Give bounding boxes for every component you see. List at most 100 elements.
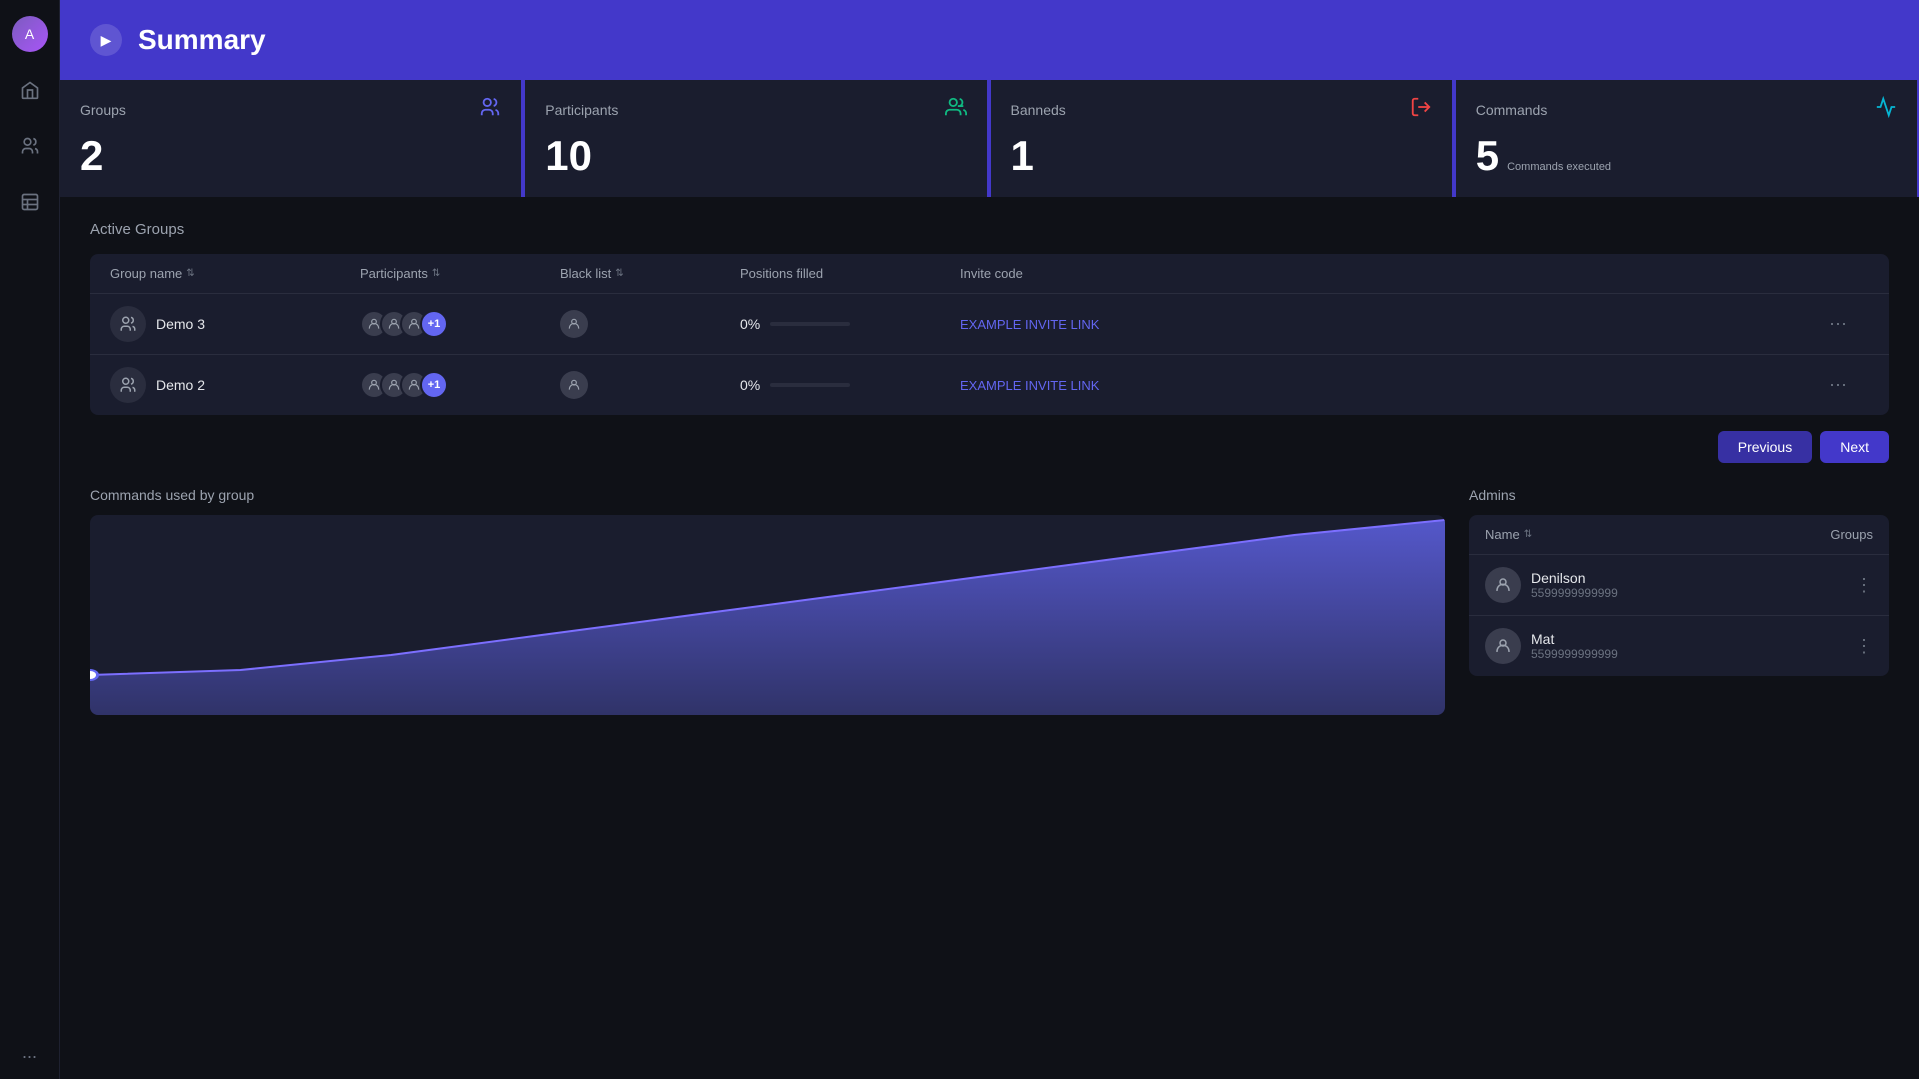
cell-participants-1: +1 (360, 310, 560, 338)
table-row: Demo 2 +1 (90, 355, 1889, 415)
stat-label-banneds: Banneds (1011, 102, 1066, 118)
group-name-1: Demo 3 (156, 316, 205, 332)
sidebar-more[interactable]: ... (22, 1042, 37, 1063)
row-menu-1[interactable]: ⋯ (1829, 314, 1847, 335)
commands-chart-section: Commands used by group (90, 487, 1445, 715)
cell-group-name-1: Demo 3 (110, 306, 360, 342)
table-header: Group name ⇅ Participants ⇅ Black list ⇅… (90, 254, 1889, 294)
admin-phone-2: 5599999999999 (1531, 647, 1618, 661)
admin-menu-2[interactable]: ⋮ (1855, 636, 1873, 657)
cell-positions-1: 0% (740, 316, 960, 332)
sidebar: A ... (0, 0, 60, 1079)
stat-card-groups: Groups 2 (60, 80, 521, 197)
group-name-2: Demo 2 (156, 377, 205, 393)
group-icon-2 (110, 367, 146, 403)
sort-icon-blacklist: ⇅ (615, 268, 623, 279)
admins-section: Admins Name ⇅ Groups (1469, 487, 1889, 715)
av-count-2: +1 (420, 371, 448, 399)
col-participants[interactable]: Participants ⇅ (360, 266, 560, 281)
progress-bar-1 (770, 322, 850, 326)
content-area: Active Groups Group name ⇅ Participants … (60, 197, 1919, 1079)
sidebar-item-groups[interactable] (12, 128, 48, 164)
sort-icon-participants: ⇅ (432, 268, 440, 279)
sidebar-item-home[interactable] (12, 72, 48, 108)
blacklist-av-1 (560, 310, 588, 338)
groups-table: Group name ⇅ Participants ⇅ Black list ⇅… (90, 254, 1889, 415)
cell-invite-2[interactable]: EXAMPLE INVITE LINK (960, 378, 1829, 393)
col-invite: Invite code (960, 266, 1829, 281)
admin-name-1: Denilson (1531, 570, 1618, 586)
col-group-name[interactable]: Group name ⇅ (110, 266, 360, 281)
admin-details-1: Denilson 5599999999999 (1531, 570, 1618, 600)
admins-title: Admins (1469, 487, 1889, 503)
admin-avatar-1 (1485, 567, 1521, 603)
cell-invite-1[interactable]: EXAMPLE INVITE LINK (960, 317, 1829, 332)
admin-name-2: Mat (1531, 631, 1618, 647)
positions-pct-2: 0% (740, 377, 760, 393)
admin-phone-1: 5599999999999 (1531, 586, 1618, 600)
cell-group-name-2: Demo 2 (110, 367, 360, 403)
sort-icon-group-name: ⇅ (186, 268, 194, 279)
cell-actions-1[interactable]: ⋯ (1829, 314, 1869, 335)
blacklist-av-2 (560, 371, 588, 399)
admins-col-groups: Groups (1830, 527, 1873, 542)
avatar-stack-2: +1 (360, 371, 448, 399)
admins-table: Name ⇅ Groups (1469, 515, 1889, 676)
col-positions: Positions filled (740, 266, 960, 281)
previous-button[interactable]: Previous (1718, 431, 1812, 463)
row-menu-2[interactable]: ⋯ (1829, 375, 1847, 396)
active-groups-title: Active Groups (90, 221, 1889, 238)
commands-icon (1875, 96, 1897, 123)
stats-row: Groups 2 Participants (60, 80, 1919, 197)
progress-bar-2 (770, 383, 850, 387)
stat-card-banneds: Banneds 1 (991, 80, 1452, 197)
stat-value-banneds: 1 (1011, 135, 1432, 177)
stat-value-participants: 10 (545, 135, 966, 177)
col-blacklist[interactable]: Black list ⇅ (560, 266, 740, 281)
main-content: ▶ Summary Groups 2 Participants (60, 0, 1919, 1079)
av-count-1: +1 (420, 310, 448, 338)
participants-icon (945, 96, 967, 123)
group-icon-1 (110, 306, 146, 342)
groups-icon (479, 96, 501, 123)
cell-actions-2[interactable]: ⋯ (1829, 375, 1869, 396)
cell-positions-2: 0% (740, 377, 960, 393)
header-toggle-button[interactable]: ▶ (90, 24, 122, 56)
commands-chart-title: Commands used by group (90, 487, 1445, 503)
admins-col-name[interactable]: Name ⇅ (1485, 527, 1532, 542)
stat-card-participants: Participants 10 (525, 80, 986, 197)
sidebar-item-list[interactable] (12, 184, 48, 220)
admin-menu-1[interactable]: ⋮ (1855, 575, 1873, 596)
invite-link-1[interactable]: EXAMPLE INVITE LINK (960, 317, 1099, 332)
admin-info-1: Denilson 5599999999999 (1485, 567, 1618, 603)
pagination: Previous Next (90, 431, 1889, 463)
stat-label-commands: Commands (1476, 102, 1548, 118)
chart-container (90, 515, 1445, 715)
banneds-icon (1410, 96, 1432, 123)
header: ▶ Summary (60, 0, 1919, 80)
page-title: Summary (138, 24, 266, 56)
avatar[interactable]: A (12, 16, 48, 52)
chart-svg (90, 515, 1445, 715)
cell-participants-2: +1 (360, 371, 560, 399)
bottom-grid: Commands used by group (90, 487, 1889, 715)
admin-avatar-2 (1485, 628, 1521, 664)
table-row: Demo 3 +1 (90, 294, 1889, 355)
cell-blacklist-2 (560, 371, 740, 399)
col-actions (1829, 266, 1869, 281)
positions-pct-1: 0% (740, 316, 760, 332)
stat-card-commands: Commands 5 Commands executed (1456, 80, 1917, 197)
next-button[interactable]: Next (1820, 431, 1889, 463)
admin-row: Mat 5599999999999 ⋮ (1469, 616, 1889, 676)
stat-sub-commands: Commands executed (1507, 161, 1611, 173)
admin-info-2: Mat 5599999999999 (1485, 628, 1618, 664)
stat-label-participants: Participants (545, 102, 618, 118)
sort-icon-name: ⇅ (1524, 529, 1532, 540)
stat-value-commands: 5 (1476, 135, 1499, 177)
stat-label-groups: Groups (80, 102, 126, 118)
admin-details-2: Mat 5599999999999 (1531, 631, 1618, 661)
admin-row: Denilson 5599999999999 ⋮ (1469, 555, 1889, 616)
avatar-stack-1: +1 (360, 310, 448, 338)
invite-link-2[interactable]: EXAMPLE INVITE LINK (960, 378, 1099, 393)
stat-value-groups: 2 (80, 135, 501, 177)
